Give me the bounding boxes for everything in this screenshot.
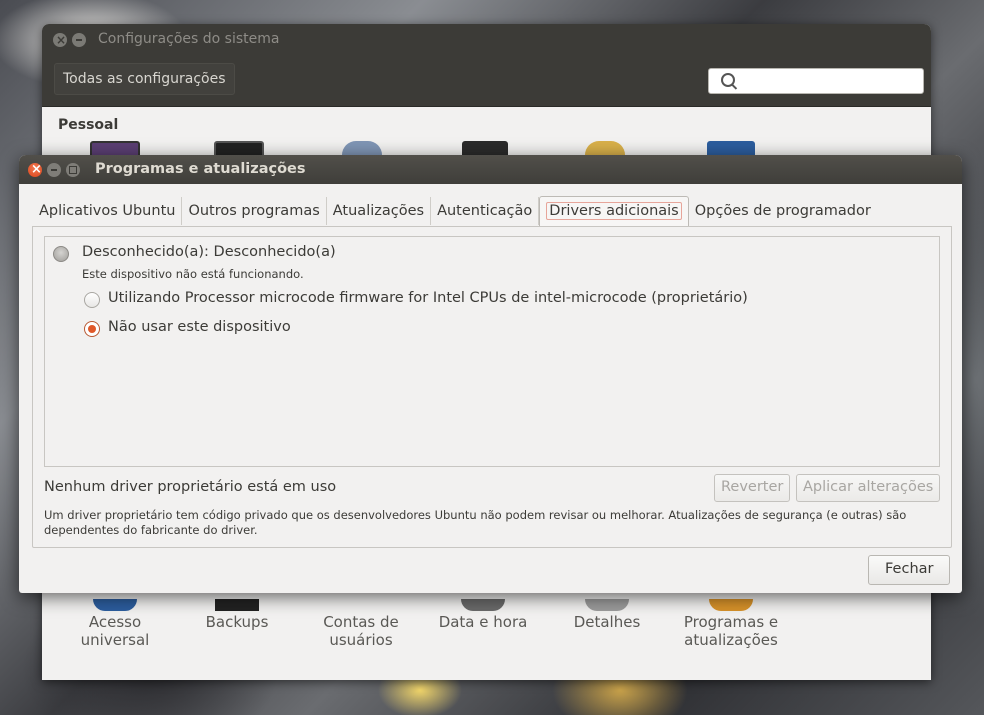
tab-label: Outros programas	[188, 203, 320, 219]
device-list: Desconhecido(a): Desconhecido(a) Este di…	[44, 236, 940, 467]
driver-option-radio[interactable]	[84, 292, 100, 308]
tab-label: Atualizações	[332, 203, 425, 219]
revert-button[interactable]: Reverter	[714, 474, 791, 502]
tab-authentication[interactable]: Autenticação	[431, 197, 540, 225]
close-button[interactable]: Fechar	[868, 555, 951, 585]
dialog-titlebar: Programas e atualizações	[19, 155, 962, 184]
item-backups[interactable]: Backups	[182, 599, 292, 631]
details-icon	[585, 599, 629, 611]
user-accounts-icon	[339, 599, 383, 611]
tab-bar: Aplicativos Ubuntu Outros programas Atua…	[33, 196, 877, 226]
dialog-minimize-icon[interactable]	[47, 163, 61, 177]
universal-access-icon	[93, 599, 137, 611]
dialog-title: Programas e atualizações	[95, 161, 306, 177]
item-label: Acesso universal	[80, 613, 150, 649]
item-software-updates[interactable]: Programas e atualizações	[676, 599, 786, 649]
proprietary-driver-note: Um driver proprietário tem código privad…	[44, 508, 907, 537]
no-device-radio[interactable]	[84, 321, 100, 337]
item-label: Data e hora	[438, 613, 528, 631]
tab-other-software[interactable]: Outros programas	[182, 197, 327, 225]
device-status-icon	[53, 246, 69, 262]
tab-developer-options[interactable]: Opções de programador	[689, 197, 877, 225]
settings-toolbar: Todas as configurações	[42, 55, 931, 107]
item-user-accounts[interactable]: Contas de usuários	[306, 599, 416, 649]
device-status-text: Este dispositivo não está funcionando.	[82, 267, 304, 281]
item-label: Programas e atualizações	[683, 613, 779, 649]
all-settings-button[interactable]: Todas as configurações	[54, 63, 235, 95]
tab-ubuntu-software[interactable]: Aplicativos Ubuntu	[33, 197, 183, 225]
dialog-close-icon[interactable]	[28, 162, 42, 178]
device-name: Desconhecido(a): Desconhecido(a)	[82, 244, 336, 260]
driver-option-label[interactable]: Utilizando Processor microcode firmware …	[108, 290, 748, 306]
driver-status-text: Nenhum driver proprietário está em uso	[44, 479, 337, 495]
search-icon	[721, 73, 735, 87]
tab-label: Opções de programador	[694, 203, 871, 219]
tab-additional-drivers[interactable]: Drivers adicionais	[539, 196, 689, 226]
section-heading-pessoal: Pessoal	[58, 117, 119, 133]
item-label: Backups	[205, 613, 269, 631]
backups-icon	[215, 599, 259, 611]
settings-minimize-button[interactable]	[72, 33, 86, 47]
settings-close-button[interactable]	[53, 33, 67, 47]
item-label: Contas de usuários	[323, 613, 399, 649]
apply-changes-button[interactable]: Aplicar alterações	[796, 474, 941, 502]
search-input[interactable]	[708, 68, 924, 94]
drivers-panel: Desconhecido(a): Desconhecido(a) Este di…	[32, 226, 952, 548]
item-details[interactable]: Detalhes	[552, 599, 662, 631]
item-universal-access[interactable]: Acesso universal	[60, 599, 170, 649]
no-device-label[interactable]: Não usar este dispositivo	[108, 319, 291, 335]
settings-titlebar: Configurações do sistema	[42, 24, 931, 55]
item-date-time[interactable]: Data e hora	[428, 599, 538, 631]
clock-icon	[461, 599, 505, 611]
tab-label: Autenticação	[437, 203, 533, 219]
online-accounts-icon[interactable]	[462, 141, 508, 155]
item-label: Detalhes	[573, 613, 641, 631]
software-updates-icon	[709, 599, 753, 611]
privacy-icon[interactable]	[585, 141, 625, 155]
tab-label: Drivers adicionais	[546, 202, 682, 220]
tab-label: Aplicativos Ubuntu	[39, 203, 176, 219]
dialog-maximize-icon[interactable]	[66, 163, 80, 177]
text-entry-icon[interactable]	[707, 141, 755, 155]
settings-title: Configurações do sistema	[98, 31, 280, 47]
language-icon[interactable]	[342, 141, 382, 155]
tab-updates[interactable]: Atualizações	[327, 197, 432, 225]
software-updates-dialog: Programas e atualizações Aplicativos Ubu…	[19, 155, 962, 593]
